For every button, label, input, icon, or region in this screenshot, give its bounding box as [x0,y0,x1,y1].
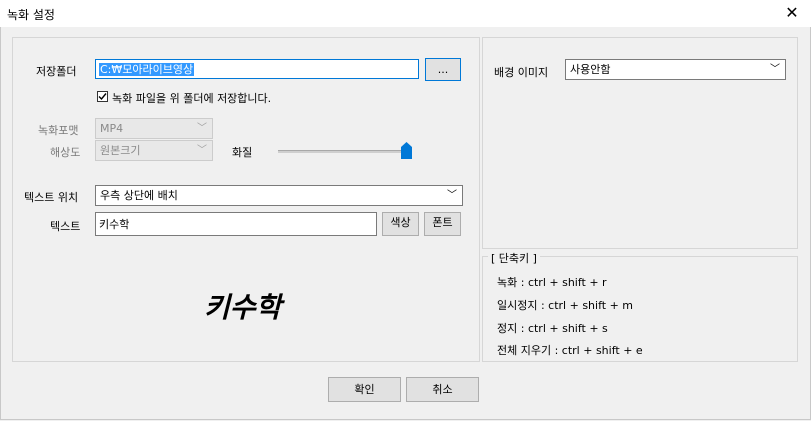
window-title: 녹화 설정 [7,8,55,22]
save-folder-input[interactable]: C:₩모아라이브영상 [95,59,419,79]
color-button[interactable]: 색상 [382,212,419,236]
background-image-value: 사용안함 [570,63,611,76]
cancel-button[interactable]: 취소 [406,377,479,402]
chevron-down-icon: ﹀ [197,123,207,134]
background-image-select[interactable]: 사용안함 ﹀ [565,59,786,80]
background-image-label: 배경 이미지 [494,66,549,79]
check-icon [98,93,107,101]
quality-slider-thumb[interactable] [401,142,412,159]
text-label: 텍스트 [50,220,81,233]
save-folder-label: 저장폴더 [36,65,77,78]
quality-slider-track[interactable] [278,150,410,153]
save-checkbox-label: 녹화 파일을 위 폴더에 저장합니다. [112,92,272,105]
shortcut-item: 일시정지 : ctrl + shift + m [497,299,634,312]
text-position-label: 텍스트 위치 [24,191,79,204]
format-value: MP4 [100,122,124,135]
chevron-down-icon: ﹀ [197,145,207,156]
format-label: 녹화포맷 [38,124,79,137]
close-button[interactable]: ✕ [780,2,804,24]
font-button[interactable]: 폰트 [424,212,461,236]
text-position-select[interactable]: 우측 상단에 배치 ﹀ [95,185,463,206]
save-checkbox[interactable] [97,91,108,102]
quality-label: 화질 [232,146,253,159]
close-icon: ✕ [785,3,799,22]
shortcut-item: 전체 지우기 : ctrl + shift + e [497,344,643,357]
browse-button[interactable]: ... [425,58,461,81]
shortcuts-title: [ 단축키 ] [488,250,540,266]
text-preview: 키수학 [204,291,282,324]
format-select[interactable]: MP4 ﹀ [95,118,213,139]
text-input[interactable]: 키수학 [95,212,377,236]
ok-button[interactable]: 확인 [328,377,401,402]
resolution-value: 원본크기 [100,144,141,157]
shortcut-item: 녹화 : ctrl + shift + r [497,276,607,289]
save-folder-value: C:₩모아라이브영상 [99,63,195,76]
chevron-down-icon: ﹀ [770,64,780,75]
title-bar [0,0,811,27]
resolution-select[interactable]: 원본크기 ﹀ [95,140,213,161]
chevron-down-icon: ﹀ [447,190,457,201]
resolution-label: 해상도 [50,146,81,159]
text-position-value: 우측 상단에 배치 [100,189,178,202]
shortcut-item: 정지 : ctrl + shift + s [497,322,608,335]
